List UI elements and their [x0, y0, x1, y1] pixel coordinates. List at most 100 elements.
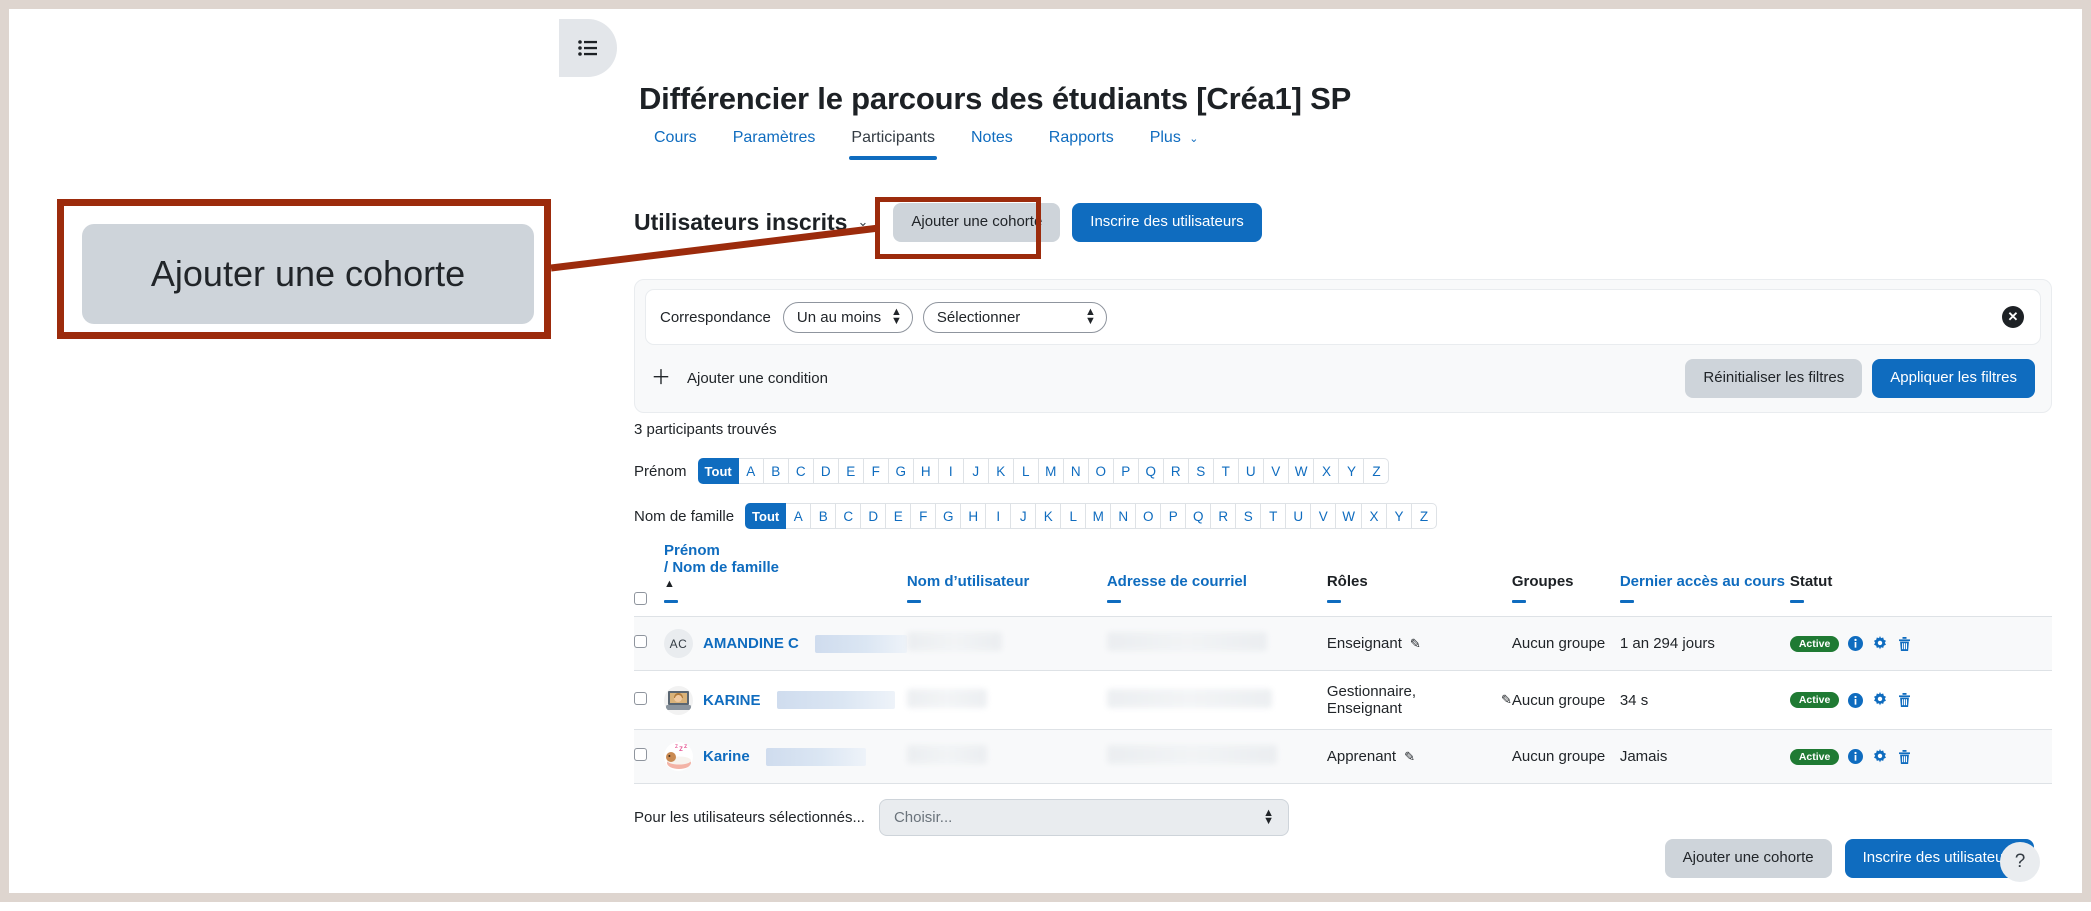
course-index-drawer-toggle[interactable]	[559, 19, 617, 77]
trash-icon[interactable]	[1897, 636, 1912, 652]
sort-lastname-link[interactable]: / Nom de famille	[664, 559, 907, 576]
tab-plus[interactable]: Plus ⌄	[1132, 127, 1217, 160]
lastname-letter-n[interactable]: N	[1111, 503, 1137, 529]
firstname-letter-y[interactable]: Y	[1339, 458, 1365, 484]
participant-name-link[interactable]: KARINE	[703, 692, 761, 709]
row-checkbox[interactable]	[634, 691, 647, 705]
firstname-letter-s[interactable]: S	[1188, 458, 1214, 484]
lastname-letter-w[interactable]: W	[1336, 503, 1362, 529]
info-icon[interactable]	[1848, 636, 1864, 651]
lastname-letter-x[interactable]: X	[1361, 503, 1387, 529]
firstname-letter-f[interactable]: F	[863, 458, 889, 484]
info-icon[interactable]	[1848, 692, 1864, 708]
sort-last-access-link[interactable]: Dernier accès au cours	[1620, 573, 1790, 590]
bulk-action-select[interactable]: Choisir... ▲ ▼	[878, 799, 1289, 836]
firstname-letter-i[interactable]: I	[938, 458, 964, 484]
sort-username-link[interactable]: Nom d’utilisateur	[907, 573, 1107, 590]
lastname-letter-q[interactable]: Q	[1186, 503, 1212, 529]
lastname-letter-r[interactable]: R	[1211, 503, 1237, 529]
firstname-letter-l[interactable]: L	[1013, 458, 1039, 484]
lastname-letter-all[interactable]: Tout	[745, 503, 787, 529]
pencil-icon[interactable]: ✎	[1410, 636, 1421, 652]
gear-icon[interactable]	[1872, 635, 1888, 652]
groups-cell: Aucun groupe	[1511, 616, 1620, 671]
firstname-letter-a[interactable]: A	[738, 458, 764, 484]
lastname-letter-e[interactable]: E	[886, 503, 912, 529]
firstname-letter-r[interactable]: R	[1163, 458, 1189, 484]
pencil-icon[interactable]: ✎	[1404, 749, 1415, 765]
firstname-letter-g[interactable]: G	[888, 458, 914, 484]
lastname-letter-y[interactable]: Y	[1386, 503, 1412, 529]
lastname-letter-i[interactable]: I	[986, 503, 1012, 529]
firstname-letter-t[interactable]: T	[1213, 458, 1239, 484]
lastname-letter-j[interactable]: J	[1011, 503, 1037, 529]
lastname-letter-t[interactable]: T	[1261, 503, 1287, 529]
lastname-letter-b[interactable]: B	[811, 503, 837, 529]
lastname-letter-k[interactable]: K	[1036, 503, 1062, 529]
page-canvas: Différencier le parcours des étudiants […	[9, 9, 2082, 893]
tab-notes[interactable]: Notes	[953, 127, 1031, 160]
firstname-letter-all[interactable]: Tout	[697, 458, 739, 484]
pencil-icon[interactable]: ✎	[1501, 692, 1512, 708]
firstname-letter-z[interactable]: Z	[1364, 458, 1390, 484]
lastname-letter-g[interactable]: G	[936, 503, 962, 529]
col-dash	[1511, 599, 1526, 603]
gear-icon[interactable]	[1872, 748, 1888, 765]
firstname-letter-u[interactable]: U	[1238, 458, 1264, 484]
lastname-letter-v[interactable]: V	[1311, 503, 1337, 529]
firstname-letter-n[interactable]: N	[1063, 458, 1089, 484]
tab-parametres[interactable]: Paramètres	[715, 127, 834, 160]
tab-cours[interactable]: Cours	[636, 127, 715, 160]
lastname-letter-p[interactable]: P	[1161, 503, 1187, 529]
lastname-letter-l[interactable]: L	[1061, 503, 1087, 529]
firstname-letter-e[interactable]: E	[838, 458, 864, 484]
tab-participants[interactable]: Participants	[833, 127, 953, 160]
enrol-users-button[interactable]: Inscrire des utilisateurs	[1072, 203, 1262, 242]
firstname-letter-m[interactable]: M	[1038, 458, 1064, 484]
firstname-letter-b[interactable]: B	[763, 458, 789, 484]
add-condition-button[interactable]: ＋ Ajouter une condition	[651, 368, 828, 388]
firstname-letter-k[interactable]: K	[988, 458, 1014, 484]
footer-add-cohort-button[interactable]: Ajouter une cohorte	[1664, 839, 1832, 878]
lastname-letter-c[interactable]: C	[836, 503, 862, 529]
lastname-letter-o[interactable]: O	[1136, 503, 1162, 529]
reset-filters-button[interactable]: Réinitialiser les filtres	[1685, 359, 1863, 398]
help-icon[interactable]: ?	[2000, 842, 2040, 882]
participant-name-link[interactable]: AMANDINE C	[703, 635, 799, 652]
lastname-letter-h[interactable]: H	[961, 503, 987, 529]
firstname-letter-o[interactable]: O	[1088, 458, 1114, 484]
row-checkbox[interactable]	[634, 635, 647, 648]
firstname-letter-h[interactable]: H	[913, 458, 939, 484]
lastname-letter-m[interactable]: M	[1086, 503, 1112, 529]
trash-icon[interactable]	[1897, 692, 1912, 708]
apply-filters-button[interactable]: Appliquer les filtres	[1872, 359, 2035, 398]
lastname-letter-u[interactable]: U	[1286, 503, 1312, 529]
sort-email-link[interactable]: Adresse de courriel	[1107, 573, 1327, 590]
firstname-letter-x[interactable]: X	[1314, 458, 1340, 484]
row-checkbox[interactable]	[634, 748, 647, 761]
sort-firstname-link[interactable]: Prénom	[664, 542, 907, 559]
gear-icon[interactable]	[1872, 692, 1888, 708]
lastname-letter-z[interactable]: Z	[1411, 503, 1437, 529]
add-cohort-button[interactable]: Ajouter une cohorte	[893, 203, 1061, 242]
tab-rapports[interactable]: Rapports	[1031, 127, 1132, 160]
firstname-letter-p[interactable]: P	[1113, 458, 1139, 484]
close-icon[interactable]: ✕	[2002, 306, 2024, 328]
filter-field-select[interactable]: Sélectionner	[922, 301, 1107, 333]
firstname-letter-j[interactable]: J	[963, 458, 989, 484]
lastname-letter-d[interactable]: D	[861, 503, 887, 529]
enrolled-users-dropdown[interactable]: Utilisateurs inscrits ⌄	[634, 209, 868, 236]
lastname-letter-a[interactable]: A	[786, 503, 812, 529]
lastname-letter-f[interactable]: F	[911, 503, 937, 529]
lastname-letter-s[interactable]: S	[1236, 503, 1262, 529]
firstname-letter-v[interactable]: V	[1263, 458, 1289, 484]
trash-icon[interactable]	[1897, 749, 1912, 765]
firstname-letter-d[interactable]: D	[813, 458, 839, 484]
select-all-checkbox[interactable]	[634, 592, 647, 605]
participant-name-link[interactable]: Karine	[703, 748, 750, 765]
match-operator-select[interactable]: Un au moins	[782, 301, 913, 333]
firstname-letter-w[interactable]: W	[1288, 458, 1315, 484]
firstname-letter-q[interactable]: Q	[1138, 458, 1164, 484]
firstname-letter-c[interactable]: C	[788, 458, 814, 484]
info-icon[interactable]	[1848, 749, 1864, 764]
